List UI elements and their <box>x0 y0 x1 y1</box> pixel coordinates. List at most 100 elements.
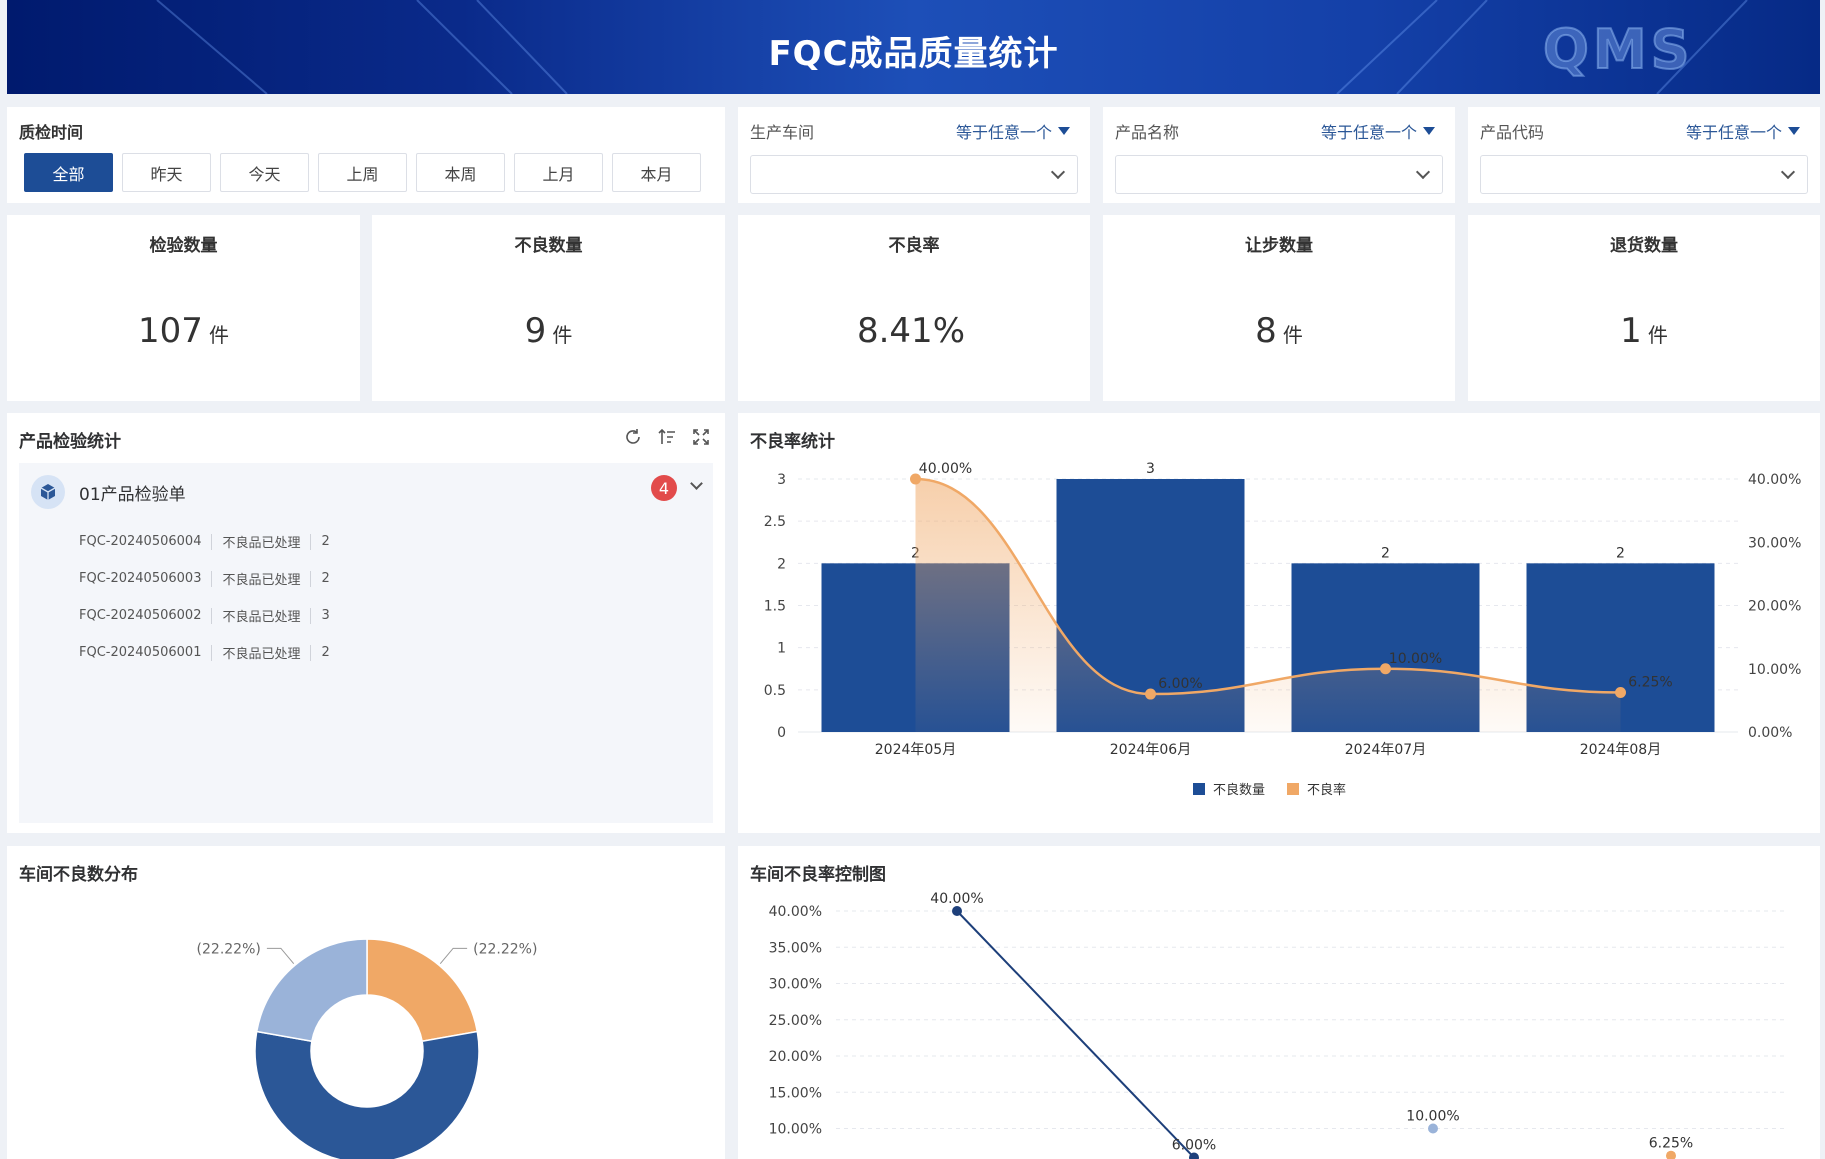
stat-number: 8.41% <box>856 311 965 351</box>
pie-slice[interactable] <box>254 1030 480 1159</box>
filter-product-name-label: 产品名称 <box>1115 123 1180 142</box>
inspection-rows: FQC-20240506004 不良品已处理 2 FQC-20240506003… <box>79 523 330 671</box>
stat-value: 9件 <box>372 311 725 351</box>
y-left-tick-label: 1.5 <box>764 599 786 615</box>
order-status: 不良品已处理 <box>222 573 301 588</box>
control-point[interactable] <box>952 906 962 916</box>
order-code: FQC-20240506002 <box>79 608 202 623</box>
stat-number: 8 <box>1255 311 1277 351</box>
stat-number: 1 <box>1620 311 1642 351</box>
pie-label-line <box>439 947 468 964</box>
order-status: 不良品已处理 <box>222 647 301 662</box>
time-button-all[interactable]: 全部 <box>24 153 113 192</box>
time-button-today[interactable]: 今天 <box>220 153 309 192</box>
filter-product-name-panel: 产品名称 等于任意一个 <box>1103 107 1455 203</box>
stat-card-inspected: 检验数量 107 件 <box>7 215 360 401</box>
control-point[interactable] <box>1428 1123 1438 1134</box>
list-item[interactable]: FQC-20240506001 不良品已处理 2 <box>79 634 330 671</box>
stat-title: 不良率 <box>888 236 940 256</box>
stat-title: 让步数量 <box>1245 236 1313 256</box>
legend-label: 不良数量 <box>1213 782 1265 798</box>
sort-icon[interactable] <box>657 427 677 447</box>
workshop-defect-chart: (22.22%) (22.22%) <box>197 938 537 1159</box>
chevron-down-icon[interactable] <box>690 477 703 490</box>
operator-text: 等于任意一个 <box>955 123 1052 142</box>
pie-slice[interactable] <box>366 938 479 1043</box>
bar-data-label: 2 <box>1381 545 1390 561</box>
y-left-tick-label: 2.5 <box>764 514 786 530</box>
y-right-tick-label: 10.00% <box>1748 662 1801 678</box>
legend-label: 不良率 <box>1307 782 1346 798</box>
order-code: FQC-20240506004 <box>79 534 202 549</box>
operator-text: 等于任意一个 <box>1320 123 1417 142</box>
defect-rate-panel: 不良率统计 0 0.5 1 1.5 2 2.5 3 0.00% 10.00% 20.00% 30.0… <box>738 413 1820 833</box>
pie-slice[interactable] <box>255 938 368 1043</box>
time-button-last-month[interactable]: 上月 <box>514 153 603 192</box>
inspection-group-name: 01产品检验单 <box>79 484 186 505</box>
rate-data-label: 6.00% <box>1158 676 1202 692</box>
list-item[interactable]: FQC-20240506002 不良品已处理 3 <box>79 597 330 634</box>
order-qty: 2 <box>321 534 330 549</box>
filter-time-panel: 质检时间 全部 昨天 今天 上周 本周 上月 本月 <box>7 107 725 203</box>
rate-point[interactable] <box>1615 686 1626 698</box>
stat-value: 8件 <box>1103 311 1455 351</box>
control-point[interactable] <box>1666 1150 1676 1159</box>
refresh-icon[interactable] <box>623 427 643 447</box>
list-item[interactable]: FQC-20240506003 不良品已处理 2 <box>79 560 330 597</box>
y-left-tick-label: 3 <box>777 472 786 488</box>
caret-down-icon <box>1788 127 1800 135</box>
x-tick-label: 2024年06月 <box>1110 742 1191 758</box>
y-tick-label: 30.00% <box>769 977 822 993</box>
caret-down-icon <box>1423 127 1435 135</box>
stat-unit: 件 <box>208 323 229 347</box>
control-chart: 10.00% 15.00% 20.00% 25.00% 30.00% 35.00% 40.0… <box>769 891 1788 1159</box>
control-point-label: 6.00% <box>1172 1138 1216 1154</box>
fullscreen-icon[interactable] <box>691 427 711 447</box>
x-tick-label: 2024年05月 <box>875 742 956 758</box>
list-item[interactable]: FQC-20240506004 不良品已处理 2 <box>79 523 330 560</box>
order-qty: 2 <box>321 645 330 660</box>
product-code-select[interactable] <box>1480 155 1808 194</box>
rate-point[interactable] <box>1145 688 1156 700</box>
workshop-select[interactable] <box>750 155 1078 194</box>
count-badge: 4 <box>651 475 677 501</box>
y-left-tick-label: 1 <box>777 641 786 657</box>
product-name-select[interactable] <box>1115 155 1443 194</box>
workshop-defect-panel: 车间不良数分布 (22.22%) (22.22%) <box>7 846 725 1159</box>
time-button-this-week[interactable]: 本周 <box>416 153 505 192</box>
inspection-panel: 产品检验统计 01产品检验单 4 FQC-20240506004 不良品已处理 … <box>7 413 725 833</box>
y-left-tick-label: 0 <box>777 725 786 741</box>
y-tick-label: 25.00% <box>769 1013 822 1029</box>
y-tick-label: 35.00% <box>769 940 822 956</box>
filter-workshop-operator[interactable]: 等于任意一个 <box>956 119 1070 143</box>
rate-area <box>915 479 1621 732</box>
control-point-label: 40.00% <box>930 891 983 907</box>
inspection-group[interactable]: 01产品检验单 <box>31 475 186 509</box>
y-tick-label: 10.00% <box>769 1122 822 1138</box>
stat-card-returned: 退货数量 1件 <box>1468 215 1820 401</box>
time-button-yesterday[interactable]: 昨天 <box>122 153 211 192</box>
legend-swatch <box>1193 783 1205 795</box>
order-code: FQC-20240506001 <box>79 645 202 660</box>
rate-data-label: 40.00% <box>919 461 972 477</box>
legend-swatch <box>1287 783 1299 795</box>
y-tick-label: 40.00% <box>769 904 822 920</box>
stat-number: 9 <box>524 311 547 351</box>
chevron-down-icon <box>1050 164 1066 180</box>
pie-slice-label: (22.22%) <box>473 941 537 957</box>
x-tick-label: 2024年08月 <box>1580 742 1661 758</box>
order-status: 不良品已处理 <box>222 536 301 551</box>
time-button-last-week[interactable]: 上周 <box>318 153 407 192</box>
order-code: FQC-20240506003 <box>79 571 202 586</box>
caret-down-icon <box>1058 127 1070 135</box>
bar-data-label: 3 <box>1146 461 1155 477</box>
operator-text: 等于任意一个 <box>1685 123 1782 142</box>
filter-product-name-operator[interactable]: 等于任意一个 <box>1321 119 1435 143</box>
pie-slice-label: (22.22%) <box>197 941 261 957</box>
time-button-this-month[interactable]: 本月 <box>612 153 701 192</box>
order-qty: 2 <box>321 571 330 586</box>
control-chart-panel: 车间不良率控制图 10.00% 15.00% 20.00% 25.00% 30.00% 3… <box>738 846 1820 1159</box>
chevron-down-icon <box>1415 164 1431 180</box>
panel-tools <box>623 427 711 447</box>
filter-product-code-operator[interactable]: 等于任意一个 <box>1686 119 1800 143</box>
